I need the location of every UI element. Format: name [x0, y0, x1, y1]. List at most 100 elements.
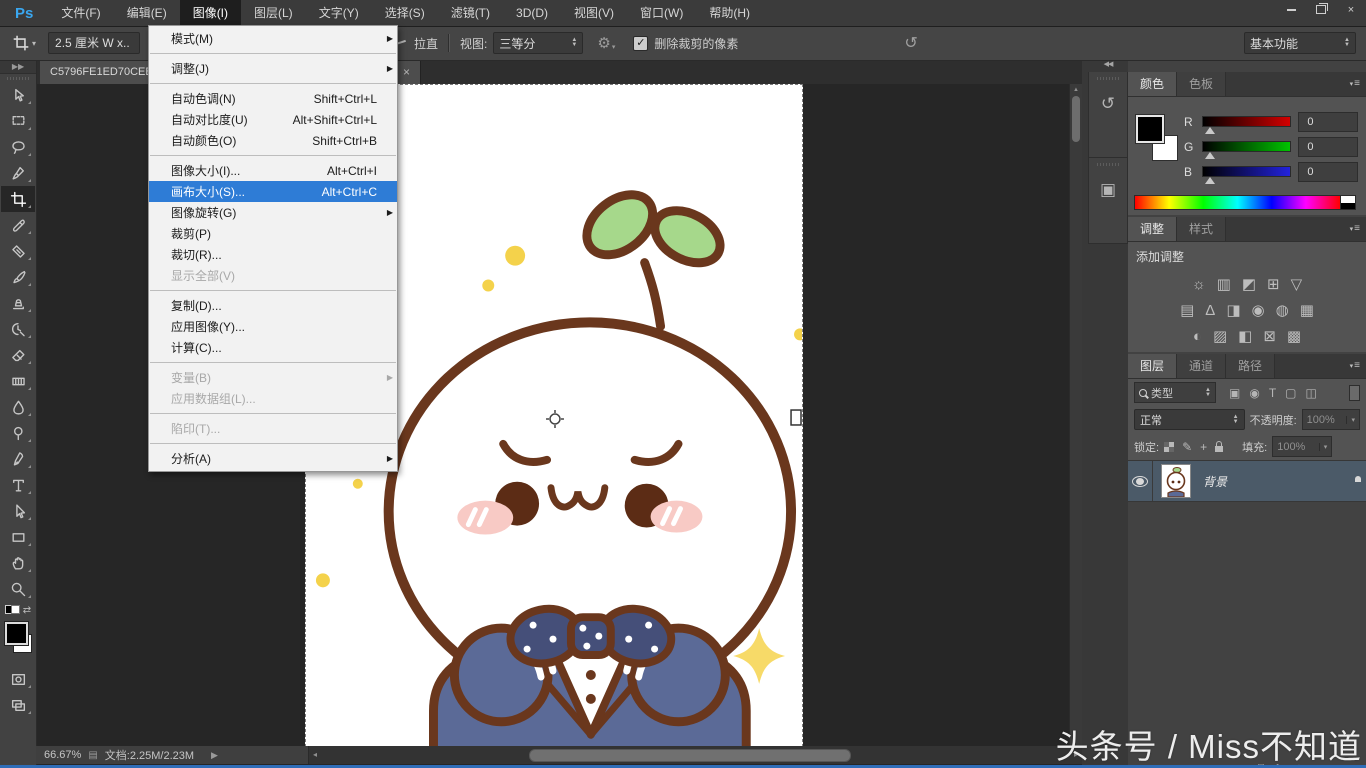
menu-item-variables[interactable]: 变量(B) ▶ [149, 367, 397, 388]
workspace-switcher[interactable]: 基本功能 ▲▼ [1244, 32, 1356, 54]
menu-item-auto-contrast[interactable]: 自动对比度(U) Alt+Shift+Ctrl+L [149, 109, 397, 130]
status-expand-icon[interactable]: ▶ [211, 750, 218, 761]
zoom-tool-icon[interactable] [1, 576, 35, 602]
quick-mask-mode-icon[interactable] [1, 666, 35, 692]
filter-toggle[interactable] [1349, 385, 1360, 401]
menu-item-adjustments[interactable]: 调整(J) ▶ [149, 58, 397, 79]
opacity-value[interactable]: 100% ▾ [1302, 409, 1360, 430]
layer-filter-select[interactable]: 类型 ▲▼ [1134, 382, 1216, 403]
menu-item-image-size[interactable]: 图像大小(I)... Alt+Ctrl+I [149, 160, 397, 181]
scroll-right-icon[interactable]: ▸ [1074, 750, 1078, 759]
rectangular-marquee-tool-icon[interactable] [1, 108, 35, 134]
menu-type[interactable]: 文字(Y) [306, 0, 372, 26]
adjustments-panel-menu-icon[interactable]: ▾≡ [1350, 223, 1360, 234]
menu-item-canvas-size[interactable]: 画布大小(S)... Alt+Ctrl+C [149, 181, 397, 202]
lock-transparency-icon[interactable] [1164, 442, 1174, 452]
curves-icon[interactable]: ◩ [1242, 275, 1256, 293]
crop-tool-options-icon[interactable] [12, 34, 30, 52]
filter-shape-layers-icon[interactable]: ▢ [1285, 386, 1296, 400]
hand-tool-icon[interactable] [1, 550, 35, 576]
menu-item-duplicate[interactable]: 复制(D)... [149, 295, 397, 316]
tab-layers[interactable]: 图层 [1128, 354, 1177, 378]
gradient-tool-icon[interactable] [1, 368, 35, 394]
delete-cropped-pixels-checkbox[interactable]: ✓ [633, 36, 648, 51]
invert-icon[interactable]: ◐ [1193, 328, 1202, 345]
tab-adjustments[interactable]: 调整 [1128, 217, 1177, 241]
tab-styles[interactable]: 样式 [1177, 217, 1226, 241]
move-tool-icon[interactable] [1, 82, 35, 108]
fill-value[interactable]: 100% ▾ [1272, 436, 1332, 457]
menu-item-image-rotation[interactable]: 图像旋转(G) ▶ [149, 202, 397, 223]
menu-item-reveal-all[interactable]: 显示全部(V) [149, 265, 397, 286]
history-brush-tool-icon[interactable] [1, 316, 35, 342]
dock-collapse-icon[interactable]: ◀◀ [1088, 60, 1128, 72]
default-colors-icon[interactable] [5, 601, 20, 619]
crop-overlay-select[interactable]: 三等分 ▲▼ [493, 32, 583, 54]
history-panel-icon[interactable]: ↺ [1088, 72, 1128, 158]
threshold-icon[interactable]: ◧ [1238, 327, 1252, 345]
hue-saturation-icon[interactable]: ▤ [1180, 301, 1194, 319]
posterize-icon[interactable]: ▨ [1213, 327, 1227, 345]
lock-pixels-icon[interactable]: ✎ [1182, 440, 1192, 454]
reset-tool-icon[interactable]: ↺ [904, 33, 917, 53]
color-balance-icon[interactable]: Δ [1205, 302, 1215, 319]
menu-item-auto-color[interactable]: 自动颜色(O) Shift+Ctrl+B [149, 130, 397, 151]
photo-filter-icon[interactable]: ◉ [1252, 301, 1265, 319]
crop-tool-icon[interactable] [1, 186, 35, 212]
layer-row-background[interactable]: 背景 [1128, 460, 1366, 502]
brightness-contrast-icon[interactable]: ☼ [1192, 276, 1206, 293]
menu-item-calculations[interactable]: 计算(C)... [149, 337, 397, 358]
layer-visibility-toggle[interactable] [1128, 461, 1153, 501]
tools-collapse-icon[interactable]: ▶▶ [0, 60, 36, 74]
color-spectrum-bar[interactable] [1134, 195, 1356, 210]
menu-image[interactable]: 图像(I) [180, 0, 241, 26]
minimize-button[interactable] [1276, 0, 1306, 19]
menu-view[interactable]: 视图(V) [561, 0, 627, 26]
black-swatch[interactable] [1341, 203, 1355, 210]
menu-item-apply-image[interactable]: 应用图像(Y)... [149, 316, 397, 337]
straighten-button[interactable]: 拉直 [414, 35, 438, 52]
spectrum-ramp[interactable] [1134, 195, 1340, 210]
menu-item-mode[interactable]: 模式(M) ▶ [149, 28, 397, 49]
type-tool-icon[interactable] [1, 472, 35, 498]
filter-smart-objects-icon[interactable]: ◫ [1306, 386, 1317, 400]
lock-position-icon[interactable]: + [1200, 440, 1207, 454]
panel-foreground-swatch[interactable] [1136, 115, 1164, 143]
horizontal-scrollbar[interactable]: ◂ ▸ [308, 746, 1082, 764]
crop-options-caret-icon[interactable]: ▾ [32, 39, 36, 48]
lasso-tool-icon[interactable] [1, 134, 35, 160]
color-lookup-icon[interactable]: ▦ [1300, 301, 1314, 319]
menu-window[interactable]: 窗口(W) [627, 0, 696, 26]
tab-channels[interactable]: 通道 [1177, 354, 1226, 378]
menu-select[interactable]: 选择(S) [372, 0, 438, 26]
tab-paths[interactable]: 路径 [1226, 354, 1275, 378]
screen-mode-icon[interactable] [1, 692, 35, 718]
channel-mixer-icon[interactable]: ◍ [1276, 301, 1289, 319]
filter-pixel-layers-icon[interactable]: ▣ [1229, 386, 1240, 400]
scroll-left-icon[interactable]: ◂ [313, 750, 317, 759]
tab-color[interactable]: 颜色 [1128, 72, 1177, 96]
exposure-icon[interactable]: ⊞ [1267, 275, 1280, 293]
menu-item-analysis[interactable]: 分析(A) ▶ [149, 448, 397, 469]
restore-button[interactable] [1306, 0, 1336, 19]
filter-adjustment-layers-icon[interactable]: ◉ [1249, 386, 1259, 400]
vibrance-icon[interactable]: ▽ [1291, 275, 1303, 293]
menu-filter[interactable]: 滤镜(T) [438, 0, 503, 26]
blend-mode-select[interactable]: 正常 ▲▼ [1134, 409, 1245, 430]
scroll-up-icon[interactable]: ▲ [1070, 84, 1082, 93]
menu-item-trap[interactable]: 陷印(T)... [149, 418, 397, 439]
menu-item-trim[interactable]: 裁切(R)... [149, 244, 397, 265]
gradient-map-icon[interactable]: ⊠ [1263, 327, 1276, 345]
menu-item-apply-data-set[interactable]: 应用数据组(L)... [149, 388, 397, 409]
layers-panel-menu-icon[interactable]: ▾≡ [1350, 360, 1360, 371]
menu-3d[interactable]: 3D(D) [503, 0, 561, 26]
filter-type-layers-icon[interactable]: T [1269, 386, 1276, 400]
foreground-color-swatch[interactable] [5, 622, 28, 645]
menu-layer[interactable]: 图层(L) [241, 0, 306, 26]
dodge-tool-icon[interactable] [1, 420, 35, 446]
black-white-icon[interactable]: ◨ [1226, 301, 1240, 319]
crop-preset-box[interactable]: 2.5 厘米 W x.. [48, 32, 140, 54]
crop-settings-gear-icon[interactable]: ⚙ [597, 34, 610, 52]
menu-item-auto-tone[interactable]: 自动色调(N) Shift+Ctrl+L [149, 88, 397, 109]
tab-swatches[interactable]: 色板 [1177, 72, 1226, 96]
